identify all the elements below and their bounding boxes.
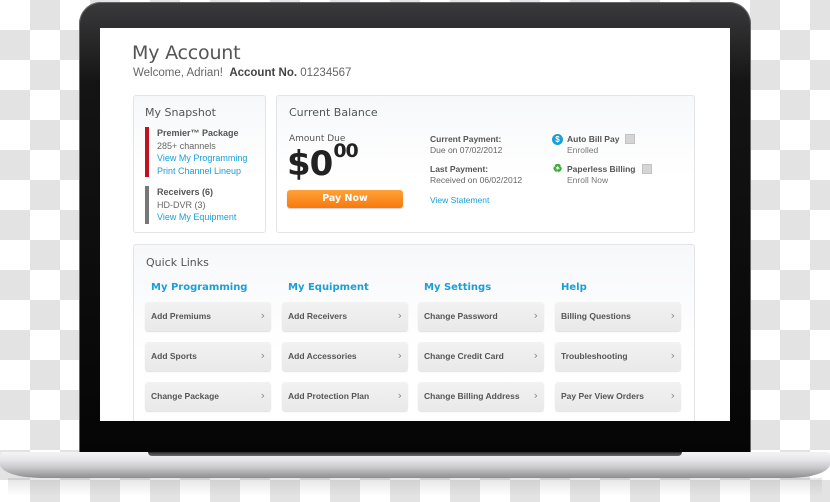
receivers-count: Receivers (6) [157, 187, 214, 197]
button-label: Billing Questions [561, 311, 631, 321]
chevron-right-icon: › [533, 389, 538, 402]
current-payment: Current Payment: Due on 07/02/2012 [430, 134, 502, 156]
balance-title: Current Balance [289, 106, 378, 119]
dollar-icon: $ [552, 134, 563, 145]
auto-bill-pay-status: Enrolled [567, 145, 599, 155]
current-payment-due: Due on 07/02/2012 [430, 145, 503, 155]
button-label: Change Billing Address [424, 391, 520, 401]
col-my-programming[interactable]: My Programming [151, 282, 247, 293]
chevron-right-icon: › [260, 309, 265, 322]
snapshot-panel: My Snapshot Premier™ Package 285+ channe… [133, 95, 266, 233]
chevron-right-icon: › [670, 349, 675, 362]
chevron-right-icon: › [670, 389, 675, 402]
change-package-button[interactable]: Change Package › [145, 382, 271, 411]
add-premiums-button[interactable]: Add Premiums › [145, 302, 271, 331]
add-protection-plan-button[interactable]: Add Protection Plan › [282, 382, 408, 411]
receivers-group: Receivers (6) HD-DVR (3) View My Equipme… [145, 186, 236, 224]
troubleshooting-button[interactable]: Troubleshooting › [555, 342, 681, 371]
laptop-reflection [8, 478, 822, 496]
change-password-button[interactable]: Change Password › [418, 302, 544, 331]
package-name: Premier™ Package [157, 128, 239, 138]
auto-bill-pay: $ Auto Bill Pay Enrolled [552, 133, 636, 156]
laptop-screen: My Account Welcome, Adrian! Account No. … [100, 28, 730, 421]
page-title: My Account [132, 42, 241, 64]
button-label: Change Credit Card [424, 351, 504, 361]
enroll-now-link[interactable]: Enroll Now [567, 175, 652, 186]
pay-now-button[interactable]: Pay Now [287, 190, 403, 208]
laptop-hinge [148, 452, 682, 456]
button-label: Add Accessories [288, 351, 357, 361]
view-programming-link[interactable]: View My Programming [157, 152, 247, 165]
view-statement-link[interactable]: View Statement [430, 195, 489, 206]
last-payment-received: Received on 06/02/2012 [430, 175, 523, 185]
col-my-equipment[interactable]: My Equipment [288, 282, 369, 293]
button-label: Change Package [151, 391, 220, 401]
welcome-line: Welcome, Adrian! Account No. 01234567 [133, 67, 351, 79]
chevron-right-icon: › [397, 349, 402, 362]
print-lineup-link[interactable]: Print Channel Lineup [157, 165, 247, 178]
change-credit-card-button[interactable]: Change Credit Card › [418, 342, 544, 371]
welcome-text: Welcome, Adrian! [133, 67, 223, 79]
pay-per-view-orders-button[interactable]: Pay Per View Orders › [555, 382, 681, 411]
last-payment: Last Payment: Received on 06/02/2012 [430, 164, 522, 186]
button-label: Add Premiums [151, 311, 211, 321]
change-billing-address-button[interactable]: Change Billing Address › [418, 382, 544, 411]
amount-due-value: $000 [287, 142, 359, 185]
paperless-billing: ♻ Paperless Billing Enroll Now [552, 164, 652, 186]
external-link-icon[interactable] [625, 133, 636, 144]
chevron-right-icon: › [260, 349, 265, 362]
hd-dvr-count: HD-DVR (3) [157, 199, 206, 210]
chevron-right-icon: › [397, 389, 402, 402]
button-label: Pay Per View Orders [561, 391, 645, 401]
external-link-icon[interactable] [641, 163, 652, 174]
channel-count: 285+ channels [157, 140, 216, 151]
view-equipment-link[interactable]: View My Equipment [157, 211, 236, 224]
account-number: 01234567 [300, 67, 352, 79]
chevron-right-icon: › [533, 309, 538, 322]
amount-dollars: $0 [287, 144, 333, 184]
quick-links-panel: Quick Links My Programming My Equipment … [133, 244, 695, 421]
add-receivers-button[interactable]: Add Receivers › [282, 302, 408, 331]
add-sports-button[interactable]: Add Sports › [145, 342, 271, 371]
paperless-billing-label: Paperless Billing [567, 164, 636, 174]
button-label: Troubleshooting [561, 351, 628, 361]
snapshot-title: My Snapshot [145, 106, 216, 119]
balance-panel: Current Balance Amount Due $000 Pay Now … [276, 95, 695, 233]
button-label: Add Receivers [288, 311, 348, 321]
account-no-label: Account No. [229, 67, 298, 79]
chevron-right-icon: › [670, 309, 675, 322]
button-label: Change Password [424, 311, 498, 321]
add-accessories-button[interactable]: Add Accessories › [282, 342, 408, 371]
current-payment-label: Current Payment: [430, 134, 502, 144]
last-payment-label: Last Payment: [430, 164, 489, 174]
billing-questions-button[interactable]: Billing Questions › [555, 302, 681, 331]
auto-bill-pay-row: Auto Bill Pay [567, 133, 636, 145]
package-group: Premier™ Package 285+ channels View My P… [145, 127, 247, 177]
col-my-settings[interactable]: My Settings [424, 282, 491, 293]
button-label: Add Sports [151, 351, 197, 361]
amount-cents: 00 [333, 140, 358, 162]
button-label: Add Protection Plan [288, 391, 370, 401]
col-help[interactable]: Help [561, 282, 587, 293]
paperless-billing-row: Paperless Billing [567, 163, 652, 175]
chevron-right-icon: › [397, 309, 402, 322]
recycle-icon: ♻ [552, 163, 563, 175]
quick-links-title: Quick Links [146, 256, 209, 269]
auto-bill-pay-label: Auto Bill Pay [567, 134, 620, 144]
chevron-right-icon: › [260, 389, 265, 402]
chevron-right-icon: › [533, 349, 538, 362]
